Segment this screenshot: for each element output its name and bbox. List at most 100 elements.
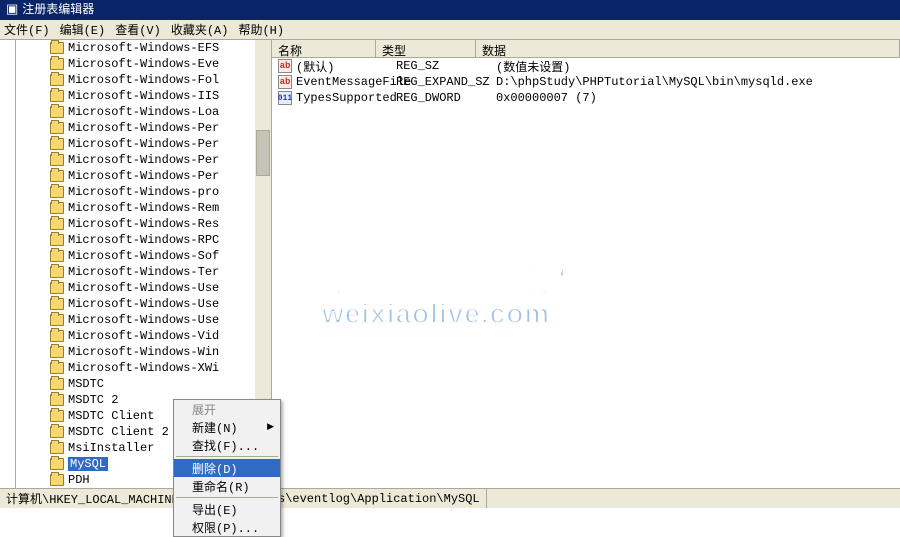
context-menu: 展开新建(N)▶查找(F)...删除(D)重命名(R)导出(E)权限(P)...	[173, 399, 281, 537]
tree-item[interactable]: Microsoft-Windows-Per	[16, 136, 255, 152]
title-bar: ▣ 注册表编辑器	[0, 0, 900, 20]
tree-item[interactable]: Microsoft-Windows-Res	[16, 216, 255, 232]
tree-label: Microsoft-Windows-Res	[68, 217, 219, 231]
tree-item[interactable]: Microsoft-Windows-Use	[16, 280, 255, 296]
tree-label: Microsoft-Windows-Per	[68, 137, 219, 151]
tree-item[interactable]: Microsoft-Windows-Per	[16, 120, 255, 136]
col-header-data[interactable]: 数据	[476, 40, 900, 57]
tree-item[interactable]: Microsoft-Windows-pro	[16, 184, 255, 200]
folder-icon	[50, 362, 64, 374]
value-type: REG_SZ	[396, 59, 496, 73]
tree-item[interactable]: Microsoft-Windows-XWi	[16, 360, 255, 376]
context-menu-item[interactable]: 新建(N)▶	[174, 418, 280, 436]
scrollbar-thumb[interactable]	[256, 130, 270, 176]
value-type: REG_EXPAND_SZ	[396, 75, 496, 89]
tree-item[interactable]: Microsoft-Windows-Vid	[16, 328, 255, 344]
status-right: s\eventlog\Application\MySQL	[272, 489, 487, 508]
folder-icon	[50, 138, 64, 150]
tree-item[interactable]: Microsoft-Windows-Eve	[16, 56, 255, 72]
folder-icon	[50, 298, 64, 310]
value-name: TypesSupported	[296, 91, 396, 105]
values-header: 名称 类型 数据	[272, 40, 900, 58]
tree-item[interactable]: MSDTC	[16, 376, 255, 392]
app-icon: ▣	[6, 0, 18, 20]
tree-label: Microsoft-Windows-Ter	[68, 265, 219, 279]
folder-icon	[50, 266, 64, 278]
tree-label: MSDTC Client 2	[68, 425, 169, 439]
context-menu-item[interactable]: 权限(P)...	[174, 518, 280, 536]
tree-label: Microsoft-Windows-Per	[68, 169, 219, 183]
tree-item[interactable]: Microsoft-Windows-Win	[16, 344, 255, 360]
tree-label: Microsoft-Windows-Fol	[68, 73, 219, 87]
tree-item[interactable]: Microsoft-Windows-RPC	[16, 232, 255, 248]
folder-icon	[50, 410, 64, 422]
context-menu-item[interactable]: 重命名(R)	[174, 477, 280, 495]
value-row[interactable]: ab(默认)REG_SZ(数值未设置)	[272, 58, 900, 74]
context-menu-item[interactable]: 删除(D)	[174, 459, 280, 477]
submenu-arrow-icon: ▶	[267, 422, 274, 432]
tree-label: Microsoft-Windows-Per	[68, 121, 219, 135]
value-name: (默认)	[296, 58, 396, 75]
folder-icon	[50, 330, 64, 342]
context-menu-item[interactable]: 导出(E)	[174, 500, 280, 518]
tree-label: Microsoft-Windows-RPC	[68, 233, 219, 247]
folder-icon	[50, 218, 64, 230]
value-data: (数值未设置)	[496, 58, 900, 75]
folder-icon	[50, 474, 64, 486]
folder-icon	[50, 170, 64, 182]
string-value-icon: ab	[278, 75, 292, 89]
menu-edit[interactable]: 编辑(E)	[60, 21, 106, 38]
tree-item[interactable]: Microsoft-Windows-Per	[16, 168, 255, 184]
menu-help[interactable]: 帮助(H)	[238, 21, 284, 38]
tree-item[interactable]: Microsoft-Windows-Ter	[16, 264, 255, 280]
folder-icon	[50, 202, 64, 214]
tree-item[interactable]: Microsoft-Windows-Use	[16, 312, 255, 328]
value-row[interactable]: 011TypesSupportedREG_DWORD0x00000007 (7)	[272, 90, 900, 106]
folder-icon	[50, 426, 64, 438]
folder-icon	[50, 314, 64, 326]
tree-label: Microsoft-Windows-Rem	[68, 201, 219, 215]
tree-item[interactable]: Microsoft-Windows-Use	[16, 296, 255, 312]
folder-icon	[50, 234, 64, 246]
tree-label: Microsoft-Windows-Win	[68, 345, 219, 359]
tree-label: MSDTC	[68, 377, 104, 391]
menu-favorites[interactable]: 收藏夹(A)	[171, 21, 229, 38]
tree-item[interactable]: Microsoft-Windows-EFS	[16, 40, 255, 56]
tree-item[interactable]: Microsoft-Windows-Sof	[16, 248, 255, 264]
context-menu-item[interactable]: 查找(F)...	[174, 436, 280, 454]
col-header-name[interactable]: 名称	[272, 40, 376, 57]
tree-label: Microsoft-Windows-Use	[68, 297, 219, 311]
tree-label: Microsoft-Windows-IIS	[68, 89, 219, 103]
value-row[interactable]: abEventMessageFileREG_EXPAND_SZD:\phpStu…	[272, 74, 900, 90]
tree-label: Microsoft-Windows-EFS	[68, 41, 219, 55]
menu-view[interactable]: 查看(V)	[115, 21, 161, 38]
folder-icon	[50, 394, 64, 406]
tree-item[interactable]: Microsoft-Windows-Rem	[16, 200, 255, 216]
tree-item[interactable]: Microsoft-Windows-Per	[16, 152, 255, 168]
folder-icon	[50, 378, 64, 390]
tree-label: Microsoft-Windows-Loa	[68, 105, 219, 119]
menu-file[interactable]: 文件(F)	[4, 21, 50, 38]
watermark: 老吴搭建教程 weixiaolive.com	[322, 240, 598, 330]
folder-icon	[50, 186, 64, 198]
tree-label: MsiInstaller	[68, 441, 154, 455]
folder-icon	[50, 74, 64, 86]
value-data: D:\phpStudy\PHPTutorial\MySQL\bin\mysqld…	[496, 75, 900, 89]
col-header-type[interactable]: 类型	[376, 40, 476, 57]
folder-icon	[50, 346, 64, 358]
tree-item[interactable]: Microsoft-Windows-Fol	[16, 72, 255, 88]
menu-bar: 文件(F) 编辑(E) 查看(V) 收藏夹(A) 帮助(H)	[0, 20, 900, 40]
dword-value-icon: 011	[278, 91, 292, 105]
value-type: REG_DWORD	[396, 91, 496, 105]
folder-icon	[50, 250, 64, 262]
folder-icon	[50, 90, 64, 102]
tree-item[interactable]: Microsoft-Windows-Loa	[16, 104, 255, 120]
tree-item[interactable]: Microsoft-Windows-IIS	[16, 88, 255, 104]
tree-label: Microsoft-Windows-XWi	[68, 361, 219, 375]
window-title: 注册表编辑器	[22, 0, 94, 20]
values-panel: 名称 类型 数据 ab(默认)REG_SZ(数值未设置)abEventMessa…	[272, 40, 900, 488]
tree-label: MySQL	[68, 457, 108, 471]
tree-label: Microsoft-Windows-pro	[68, 185, 219, 199]
watermark-cn: 老吴搭建教程	[322, 240, 598, 304]
folder-icon	[50, 154, 64, 166]
